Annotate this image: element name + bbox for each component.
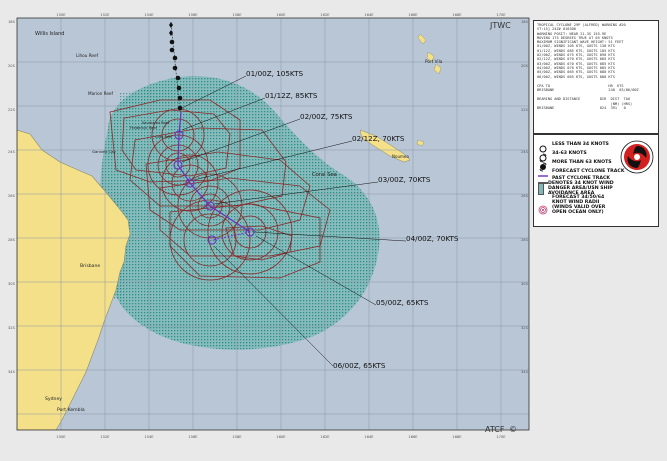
lat-label-right: 26S — [521, 194, 529, 198]
lat-label-right: 24S — [521, 150, 529, 154]
lat-label-right: 22S — [521, 108, 529, 112]
forecast-label: 04/00Z, 70KTS — [406, 234, 459, 243]
agency-label: JTWC — [489, 21, 511, 30]
lat-label: 34S — [8, 370, 16, 374]
place-label: Marion Reef — [88, 91, 113, 96]
lat-label-right: 30S — [521, 282, 529, 286]
lat-label: 20S — [8, 64, 16, 68]
lon-label: 164E — [364, 435, 374, 439]
forecast-label: 06/00Z, 65KTS — [333, 361, 386, 370]
place-label: Frederick Reef — [130, 125, 158, 130]
lat-label: 22S — [8, 108, 16, 112]
lon-label-top: 154E — [144, 13, 154, 17]
lon-label-top: 150E — [56, 13, 66, 17]
lat-label: 24S — [8, 150, 16, 154]
bearing-row: BRISBANE 024 391 0 — [537, 106, 626, 111]
lon-label: 170E — [496, 435, 506, 439]
forecast-label: 01/12Z, 85KTS — [265, 91, 318, 100]
lat-label-right: 18S — [521, 20, 529, 24]
lon-label: 160E — [276, 435, 286, 439]
lat-label-right: 20S — [521, 64, 529, 68]
place-label: Brisbane — [80, 263, 100, 269]
forecast-label: 01/00Z, 105KTS — [246, 69, 303, 78]
lon-label-top: 160E — [276, 13, 286, 17]
lon-label-top: 170E — [496, 13, 506, 17]
danger-area-swatch-icon — [538, 182, 544, 195]
place-label: Port Vila — [425, 59, 443, 64]
lon-label-top: 156E — [188, 13, 198, 17]
lon-label-top: 162E — [320, 13, 330, 17]
cpa-row: BRISBANE 240 03/06/00Z — [537, 88, 639, 93]
lon-label-top: 168E — [452, 13, 462, 17]
place-label: Lihou Reef — [76, 53, 99, 58]
forecast-label: 02/00Z, 75KTS — [300, 112, 353, 121]
forecast-label: 05/00Z, 65KTS — [376, 298, 429, 307]
warning-info-panel: TROPICAL CYCLONE 29P (ALFRED) WARNING #2… — [533, 20, 659, 134]
lat-label: 32S — [8, 326, 16, 330]
lat-label-right: 28S — [521, 238, 529, 242]
lat-label: 18S — [8, 20, 16, 24]
place-label: Gannett Cay — [92, 149, 117, 154]
lon-label-top: 164E — [364, 13, 374, 17]
forecast-label: 02/12Z, 70KTS — [352, 134, 405, 143]
atcf-label: ATCF — [485, 425, 505, 434]
place-label: Willis Island — [35, 31, 64, 37]
lon-label: 158E — [232, 435, 242, 439]
lon-label: 154E — [144, 435, 154, 439]
lat-label: 30S — [8, 282, 16, 286]
place-label: Port Kembla — [57, 407, 85, 413]
legend-item-wind-radii: FORECAST 34/50/64 KNOT WIND RADII (WINDS… — [538, 195, 620, 215]
place-label: Coral Sea — [312, 172, 337, 178]
lon-label: 156E — [188, 435, 198, 439]
lat-label-right: 34S — [521, 370, 529, 374]
lon-label: 150E — [56, 435, 66, 439]
place-label: Noumea — [392, 154, 409, 159]
lon-label: 168E — [452, 435, 462, 439]
warning-text-lines: TROPICAL CYCLONE 29P (ALFRED) WARNING #2… — [537, 23, 655, 79]
lon-label-top: 152E — [100, 13, 110, 17]
lon-label-top: 158E — [232, 13, 242, 17]
place-label: Saumarez Reef — [142, 121, 170, 125]
legend-panel: LESS THAN 34 KNOTS 34-63 KNOTS MORE THAN… — [533, 134, 659, 227]
wind-radii-icon — [538, 200, 548, 215]
lon-label: 162E — [320, 435, 330, 439]
lat-label: 26S — [8, 194, 16, 198]
legend-item-danger-area: DENOTES 34 KNOT WIND DANGER AREA/USN SHI… — [538, 181, 620, 196]
forecast-label: 03/00Z, 70KTS — [378, 175, 431, 184]
lat-label-right: 32S — [521, 326, 529, 330]
lat-label: 28S — [8, 238, 16, 242]
lon-label: 166E — [408, 435, 418, 439]
place-label: Sydney — [45, 396, 62, 402]
jtwc-logo — [620, 140, 654, 174]
atcf-copyright-symbol: © — [509, 425, 517, 434]
place-label: Cato Reef — [155, 135, 173, 139]
lon-label-top: 166E — [408, 13, 418, 17]
lon-label: 152E — [100, 435, 110, 439]
